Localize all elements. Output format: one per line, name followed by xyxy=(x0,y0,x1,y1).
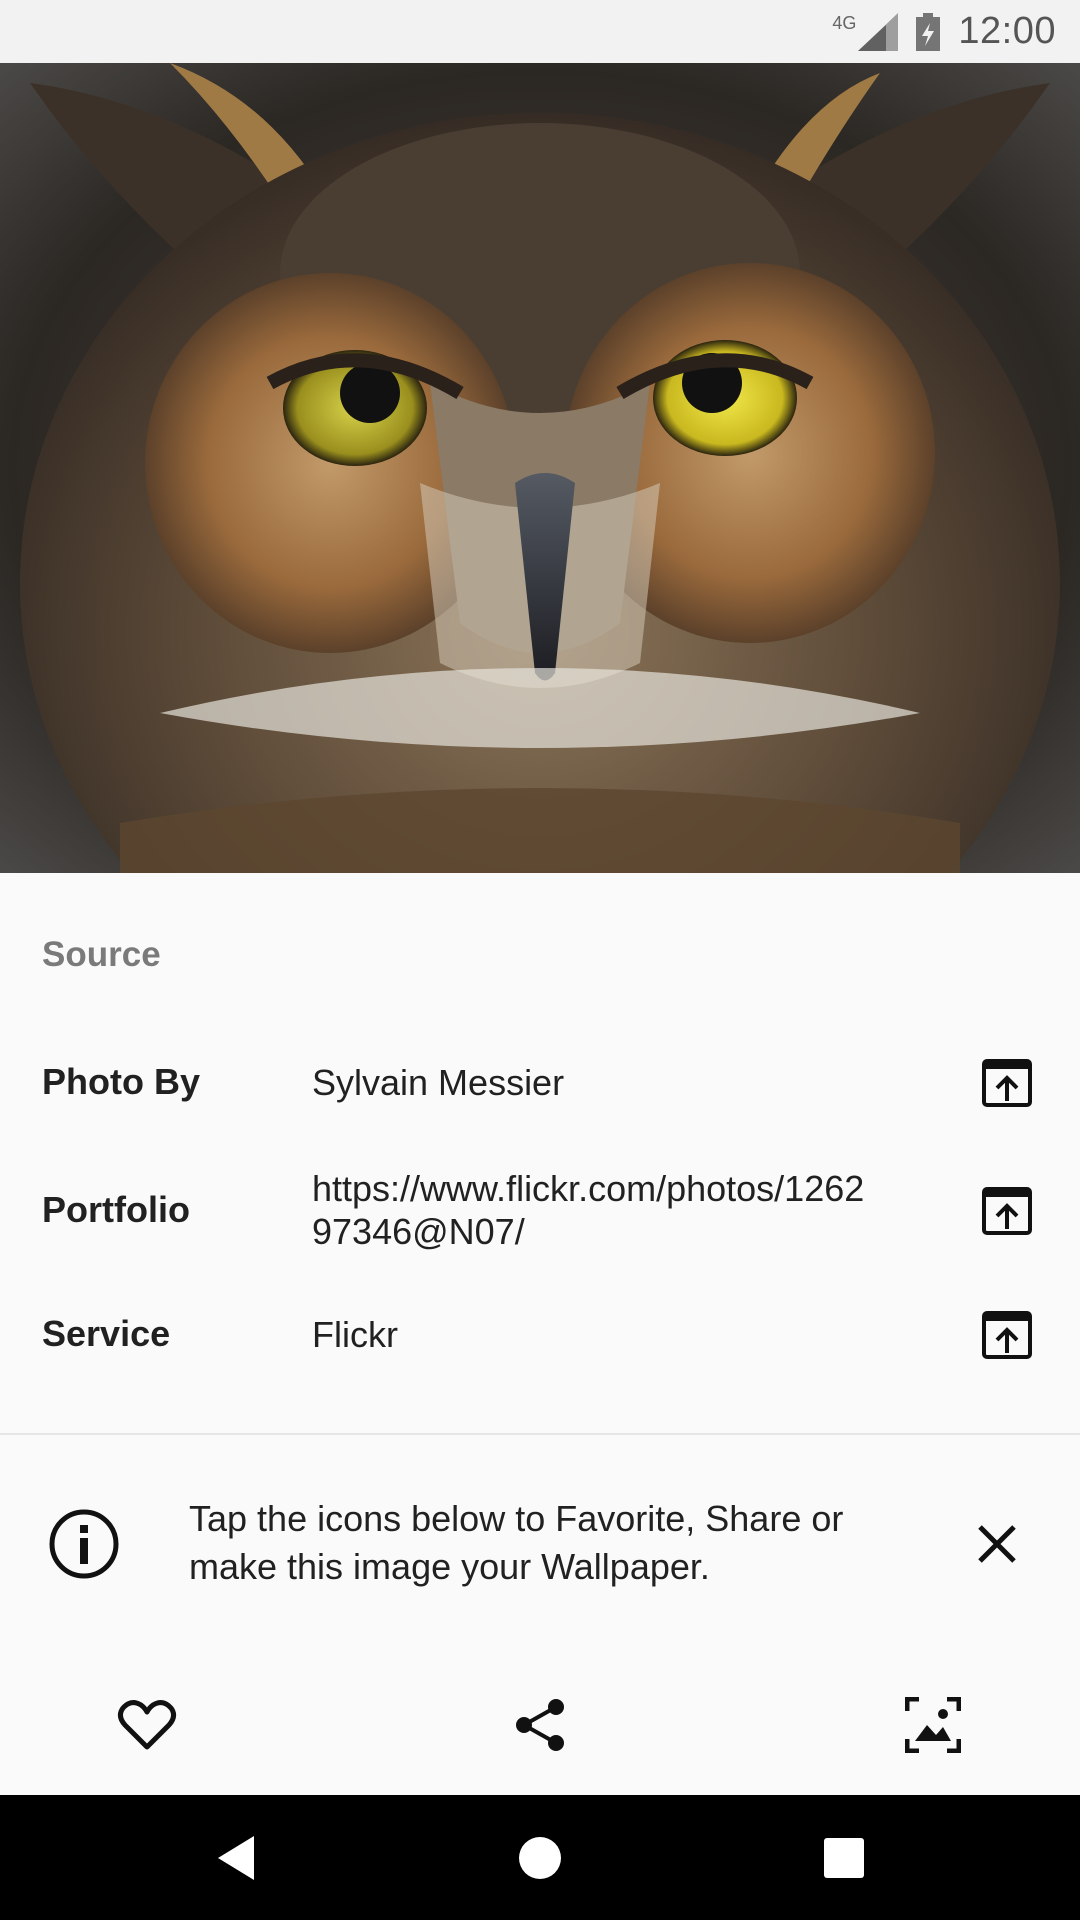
owl-photo xyxy=(0,63,1080,873)
source-row-label: Service xyxy=(42,1313,171,1354)
set-wallpaper-icon xyxy=(905,1697,961,1753)
tip-text: Tap the icons below to Favorite, Share o… xyxy=(189,1498,844,1587)
home-icon xyxy=(519,1837,561,1879)
open-photographer-button[interactable] xyxy=(982,1059,1032,1107)
source-row-portfolio: Portfolio https://www.flickr.com/photos/… xyxy=(0,1165,1080,1255)
source-row-service: Service Flickr xyxy=(0,1305,1080,1365)
set-wallpaper-button[interactable] xyxy=(893,1685,973,1765)
open-in-new-icon xyxy=(982,1187,1032,1235)
share-button[interactable] xyxy=(500,1685,580,1765)
favorite-button[interactable] xyxy=(107,1685,187,1765)
source-row-value: Sylvain Messier xyxy=(312,1062,565,1103)
battery-icon xyxy=(916,12,941,51)
clock: 12:00 xyxy=(958,10,1056,52)
owl-image xyxy=(0,63,1080,873)
share-icon xyxy=(516,1699,564,1751)
source-row-value[interactable]: https://www.flickr.com/photos/126297346@… xyxy=(312,1167,872,1253)
signal-icon xyxy=(858,12,899,51)
open-service-button[interactable] xyxy=(982,1311,1032,1359)
close-icon xyxy=(978,1525,1016,1563)
tip-banner: Tap the icons below to Favorite, Share o… xyxy=(0,1435,1080,1655)
source-row-photo-by: Photo By Sylvain Messier xyxy=(0,1053,1080,1113)
status-bar: 4G 12:00 xyxy=(0,0,1080,63)
info-icon xyxy=(49,1509,119,1579)
open-portfolio-button[interactable] xyxy=(982,1187,1032,1235)
home-button[interactable] xyxy=(507,1825,573,1891)
recents-icon xyxy=(824,1838,864,1878)
action-bar xyxy=(0,1655,1080,1795)
back-button[interactable] xyxy=(203,1825,269,1891)
source-row-value: Flickr xyxy=(312,1314,398,1355)
close-tip-button[interactable] xyxy=(972,1519,1022,1569)
open-in-new-icon xyxy=(982,1311,1032,1359)
source-row-label: Photo By xyxy=(42,1061,200,1102)
favorite-icon xyxy=(117,1700,177,1750)
network-type: 4G xyxy=(832,13,857,33)
source-row-label: Portfolio xyxy=(42,1189,190,1230)
recents-button[interactable] xyxy=(811,1825,877,1891)
navigation-bar xyxy=(0,1795,1080,1920)
open-in-new-icon xyxy=(982,1059,1032,1107)
back-icon xyxy=(218,1836,254,1880)
section-title-source: Source xyxy=(42,935,161,974)
